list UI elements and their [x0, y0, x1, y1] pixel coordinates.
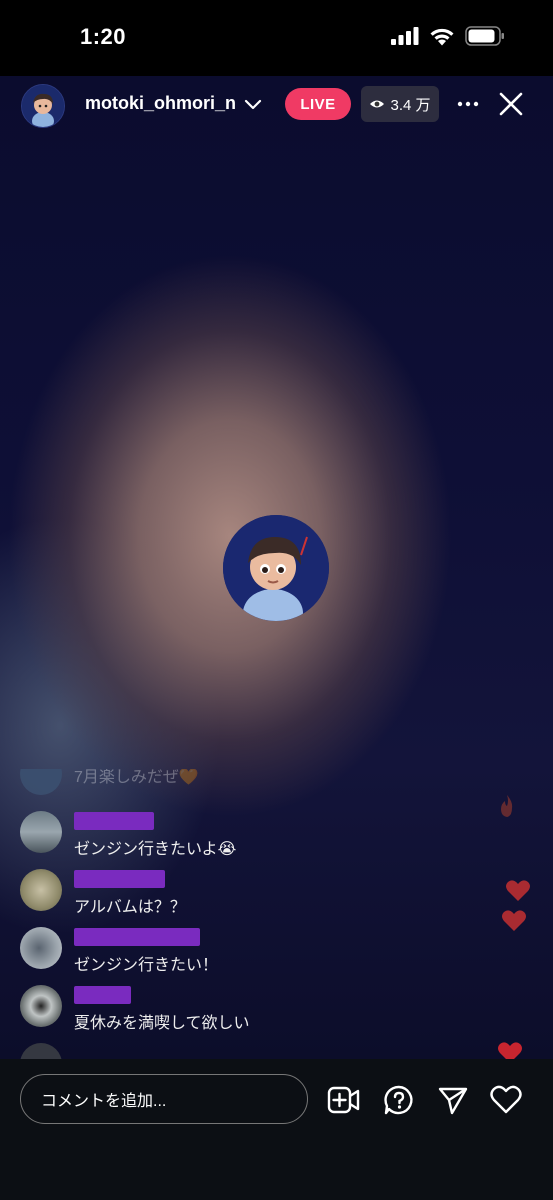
comment-text: 夏休みを満喫して欲しい: [74, 1015, 250, 1032]
flame-icon: [501, 795, 513, 817]
redacted-username: [74, 812, 154, 830]
question-icon: [384, 1085, 413, 1115]
redacted-username: [74, 986, 131, 1004]
comment-input[interactable]: コメントを追加...: [20, 1074, 308, 1124]
viewer-count-badge[interactable]: 3.4 万: [361, 86, 439, 122]
live-video-stage[interactable]: motoki_ohmori_n LIVE 3.4 万 7月楽しみだぜ🧡 ゼンジン…: [0, 76, 553, 1059]
floating-reactions: [493, 776, 553, 1059]
eye-icon: [370, 100, 385, 108]
status-icons: [391, 26, 505, 46]
comment-list[interactable]: 7月楽しみだぜ🧡 ゼンジン行きたいよ😭 アルバムは？？ ゼンジン行きたい！ 夏休…: [0, 769, 553, 1059]
heart-reaction-icon: [506, 880, 530, 901]
like-button[interactable]: [489, 1083, 523, 1117]
heart-reaction-icon: [502, 910, 526, 931]
send-icon: [438, 1087, 468, 1115]
heart-icon: [490, 1085, 522, 1114]
share-button[interactable]: [436, 1083, 470, 1117]
redacted-username: [74, 928, 200, 946]
chevron-down-icon[interactable]: [242, 93, 264, 115]
host-username[interactable]: motoki_ohmori_n: [85, 93, 237, 114]
redacted-username: [74, 870, 165, 888]
wifi-icon: [430, 28, 454, 45]
comment-text: ゼンジン行きたいよ😭: [74, 841, 237, 858]
live-header: motoki_ohmori_n LIVE 3.4 万: [0, 76, 553, 134]
comment-text: アルバムは？？: [74, 899, 186, 916]
signal-icon: [391, 27, 419, 45]
video-add-icon: [327, 1086, 360, 1114]
bottom-bar: コメントを追加...: [0, 1059, 553, 1200]
viewer-count: 3.4 万: [390, 96, 431, 114]
comment-avatar[interactable]: [20, 985, 62, 1027]
comment-text: 7月楽しみだぜ🧡: [74, 769, 199, 786]
comment-avatar[interactable]: [20, 811, 62, 853]
comment-avatar[interactable]: [20, 1043, 62, 1059]
live-badge: LIVE: [285, 88, 351, 120]
more-icon[interactable]: [456, 92, 480, 116]
heart-reaction-icon: [498, 1042, 522, 1059]
broadcaster-avatar: [223, 515, 329, 621]
comment-avatar[interactable]: [20, 927, 62, 969]
comment-avatar[interactable]: [20, 869, 62, 911]
question-button[interactable]: [382, 1083, 416, 1117]
host-avatar[interactable]: [21, 84, 65, 128]
comment-text: ゼンジン行きたい！: [74, 957, 219, 974]
close-icon[interactable]: [498, 91, 524, 117]
comment-avatar[interactable]: [20, 769, 62, 795]
battery-icon: [465, 26, 504, 46]
video-add-button[interactable]: [327, 1083, 361, 1117]
status-time: 1:20: [80, 24, 127, 49]
status-bar: 1:20: [0, 0, 553, 76]
